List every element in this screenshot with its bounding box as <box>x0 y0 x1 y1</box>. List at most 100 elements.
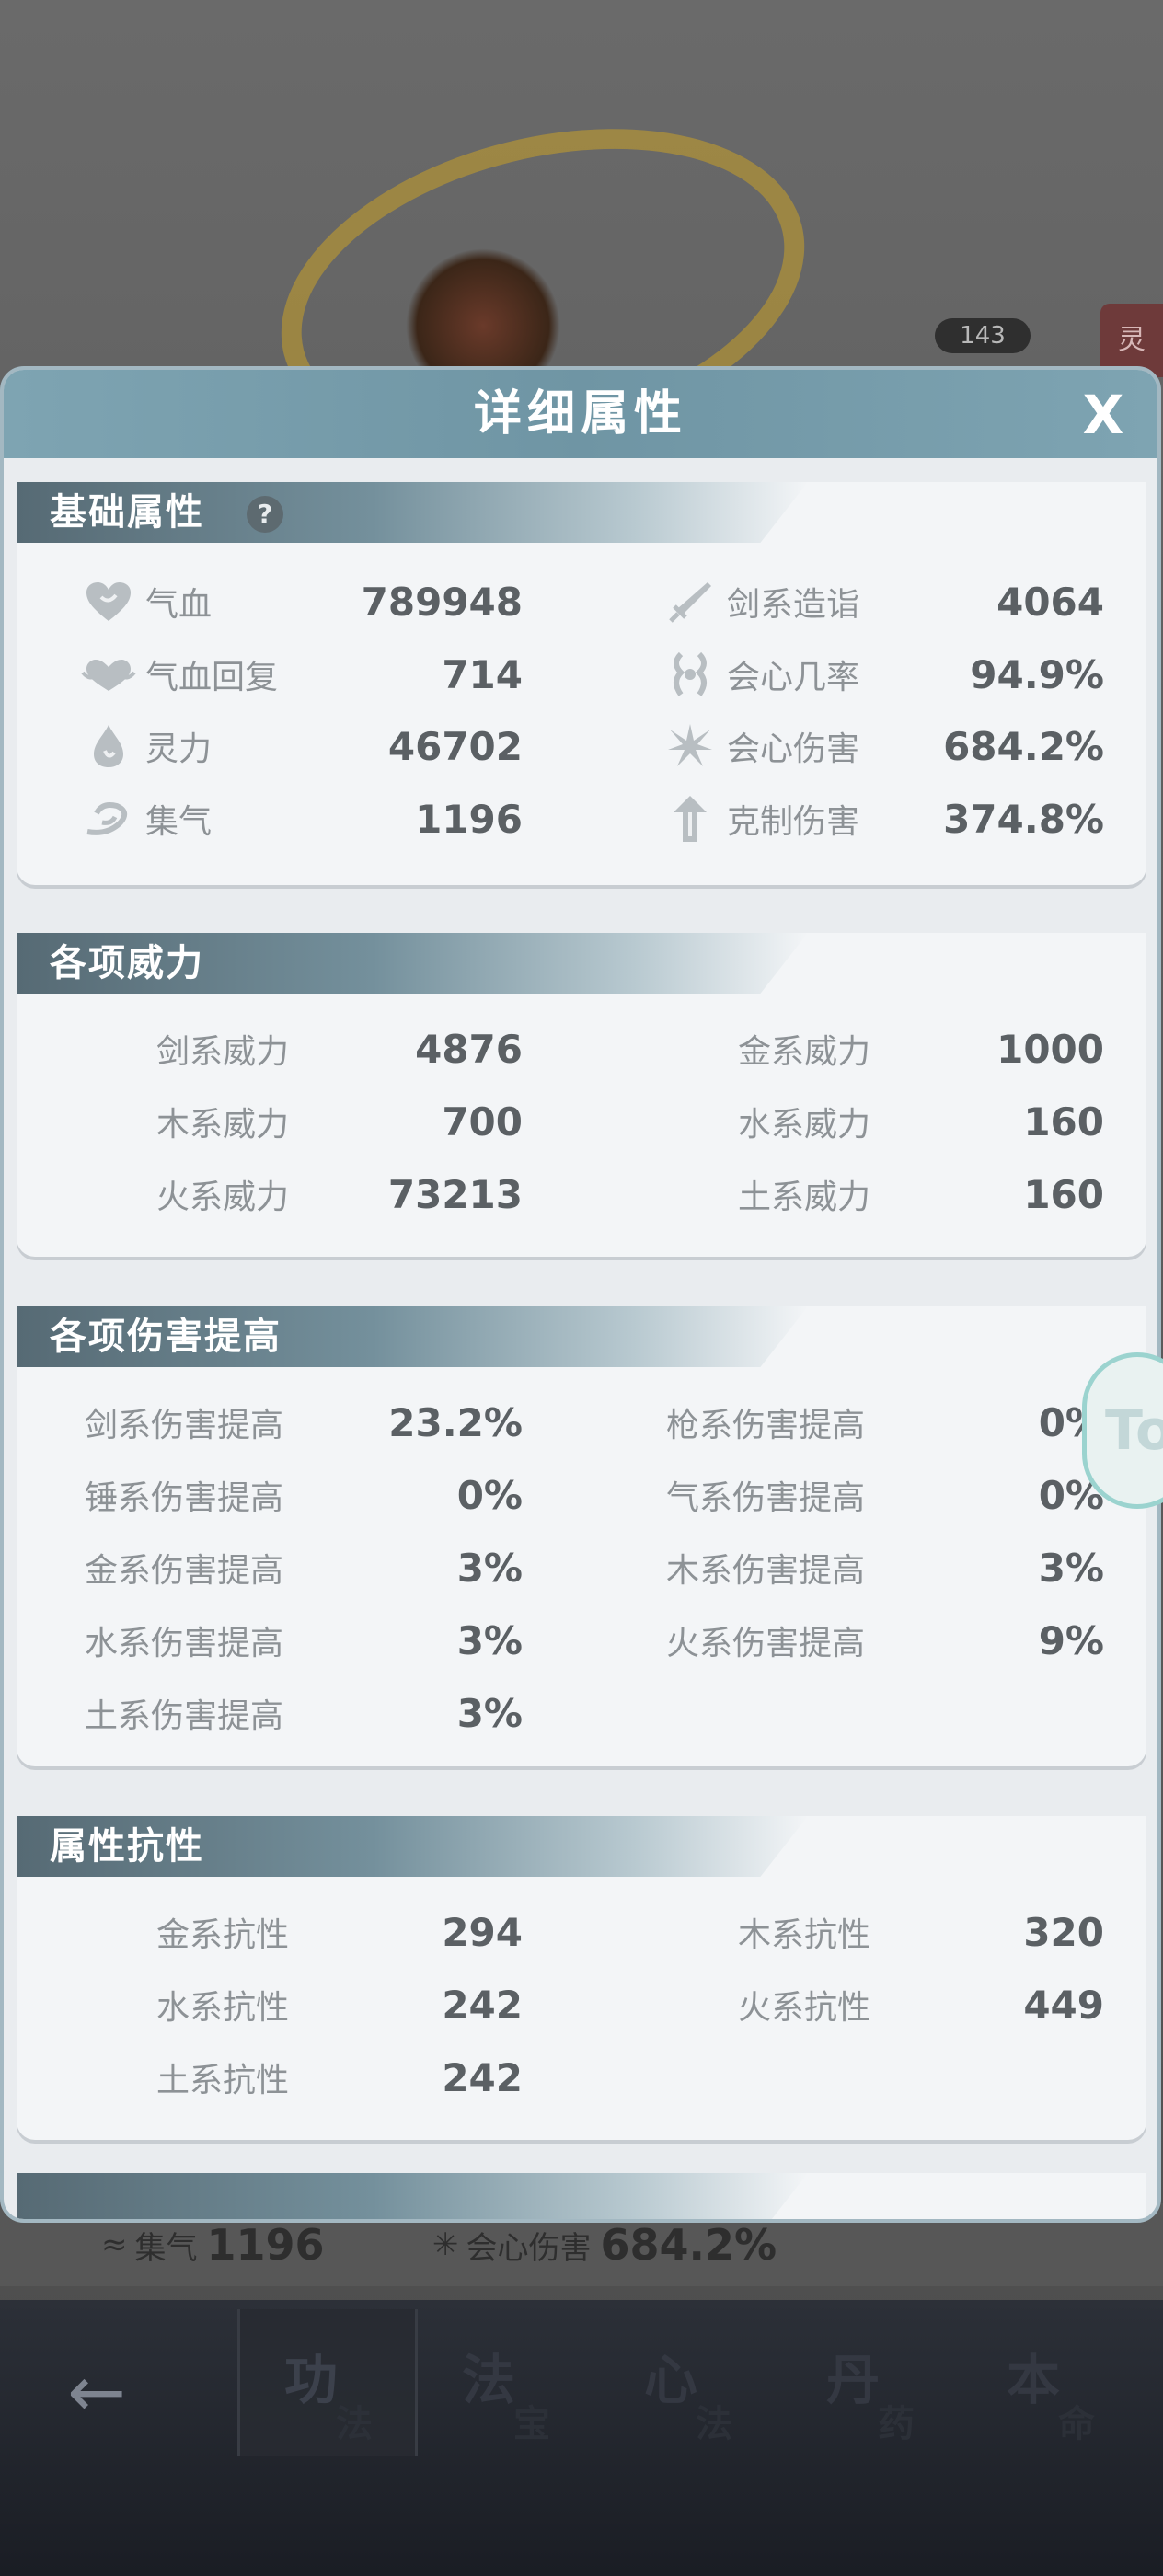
nav-tab-main-label: 心 <box>644 2349 698 2411</box>
stat-row: 气血回复 714 <box>81 647 523 702</box>
nav-tab-gongfa[interactable]: 功 法 <box>237 2309 418 2456</box>
nav-tab-benming[interactable]: 本 命 <box>962 2309 1143 2456</box>
level-badge: 143 <box>935 318 1031 353</box>
stat-value: 700 <box>442 1098 523 1144</box>
power-panel: 各项威力 剑系威力 4876 木系威力 700 火系威力 73213 金系威力 … <box>17 933 1146 1257</box>
damage-boost-panel: 各项伤害提高 剑系伤害提高 23.2% 锤系伤害提高 0% 金系伤害提高 3% … <box>17 1306 1146 1766</box>
stat-label: 灵力 <box>145 730 213 768</box>
stat-label: 水系伤害提高 <box>85 1625 284 1662</box>
detail-attributes-modal: 详细属性 X 基础属性 ? 气血 789948 气血回复 714 灵力 4670… <box>0 366 1161 2223</box>
close-button[interactable]: X <box>1071 383 1135 447</box>
stat-row: 土系伤害提高 3% <box>85 1685 523 1741</box>
stat-label: 锤系伤害提高 <box>85 1479 284 1517</box>
stat-value: 94.9% <box>970 651 1104 697</box>
nav-tab-fabao[interactable]: 法 宝 <box>418 2309 598 2456</box>
stat-value: 0% <box>456 1472 523 1518</box>
stat-label: 木系威力 <box>156 1106 290 1144</box>
stat-row: 灵力 46702 <box>81 719 523 774</box>
nav-tab-sub-label: 法 <box>336 2403 373 2445</box>
flame-drop-icon <box>81 719 136 774</box>
stat-row: 气系伤害提高 0% <box>666 1467 1104 1523</box>
stat-value: 714 <box>442 651 523 697</box>
background-stat-label: 会心伤害 <box>466 2229 592 2267</box>
stat-label: 火系威力 <box>156 1179 290 1216</box>
stat-value: 3% <box>456 1545 523 1591</box>
arrow-up-icon <box>662 791 718 846</box>
nav-tab-main-label: 法 <box>462 2349 516 2411</box>
stat-label: 金系伤害提高 <box>85 1552 284 1590</box>
stat-value: 160 <box>1023 1171 1104 1217</box>
stat-label: 气系伤害提高 <box>666 1479 866 1517</box>
background-stat-left: ≈ 集气 1196 <box>101 2217 325 2272</box>
stat-row: 金系威力 1000 <box>738 1021 1104 1076</box>
stat-label: 土系抗性 <box>156 2062 290 2099</box>
back-button[interactable]: ← <box>51 2355 143 2429</box>
nav-tab-sub-label: 命 <box>1058 2403 1095 2445</box>
stat-row: 剑系威力 4876 <box>156 1021 523 1076</box>
stat-value: 294 <box>442 1909 523 1955</box>
stat-label: 集气 <box>145 803 213 841</box>
nav-tab-main-label: 丹 <box>826 2349 881 2411</box>
stat-value: 684.2% <box>943 723 1104 769</box>
stat-value: 73213 <box>387 1171 523 1217</box>
panel-title: 属性抗性 <box>50 1825 204 1868</box>
burst-icon: ✳ <box>432 2226 459 2263</box>
stat-row: 火系伤害提高 9% <box>666 1613 1104 1668</box>
stat-row: 气血 789948 <box>81 574 523 629</box>
stat-label: 剑系造诣 <box>727 586 860 624</box>
stat-row: 土系抗性 242 <box>156 2050 523 2105</box>
panel-header <box>17 2173 808 2219</box>
swirl-icon: ≈ <box>101 2226 128 2263</box>
panel-title: 各项威力 <box>50 942 204 984</box>
stat-row: 火系威力 73213 <box>156 1167 523 1222</box>
stat-row: 会心几率 94.9% <box>662 647 1104 702</box>
stat-value: 46702 <box>387 723 523 769</box>
stat-label: 金系抗性 <box>156 1916 290 1954</box>
swirl-icon <box>81 791 136 846</box>
stat-value: 242 <box>442 1982 523 2028</box>
stat-row: 土系威力 160 <box>738 1167 1104 1222</box>
stat-label: 木系抗性 <box>738 1916 871 1954</box>
stat-row: 集气 1196 <box>81 791 523 846</box>
background-stat-label: 集气 <box>134 2229 198 2267</box>
stat-value: 789948 <box>361 579 523 625</box>
stat-value: 4876 <box>415 1026 523 1072</box>
stat-value: 1000 <box>996 1026 1104 1072</box>
stat-label: 土系威力 <box>738 1179 871 1216</box>
nav-tab-sub-label: 宝 <box>513 2403 550 2445</box>
stat-label: 会心几率 <box>727 659 860 696</box>
stat-value: 3% <box>456 1617 523 1663</box>
stat-row: 剑系伤害提高 23.2% <box>85 1395 523 1450</box>
stat-row: 锤系伤害提高 0% <box>85 1467 523 1523</box>
stat-row: 水系抗性 242 <box>156 1977 523 2032</box>
nav-tab-main-label: 本 <box>1007 2349 1061 2411</box>
nav-tab-xinfa[interactable]: 心 法 <box>600 2309 780 2456</box>
stat-row: 火系抗性 449 <box>738 1977 1104 2032</box>
stat-row: 金系抗性 294 <box>156 1904 523 1960</box>
stat-value: 1196 <box>415 796 523 842</box>
stat-value: 160 <box>1023 1098 1104 1144</box>
stat-label: 会心伤害 <box>727 730 860 768</box>
background-stat-value: 1196 <box>206 2220 325 2270</box>
floating-side-tab[interactable]: To <box>1082 1352 1163 1509</box>
stat-value: 320 <box>1023 1909 1104 1955</box>
panel-title: 各项伤害提高 <box>50 1316 282 1358</box>
stat-label: 金系威力 <box>738 1033 871 1071</box>
stat-label: 剑系威力 <box>156 1033 290 1071</box>
stat-label: 木系伤害提高 <box>666 1552 866 1590</box>
nav-tab-sub-label: 法 <box>696 2403 732 2445</box>
stat-label: 枪系伤害提高 <box>666 1407 866 1444</box>
stat-row: 水系伤害提高 3% <box>85 1613 523 1668</box>
stat-row: 克制伤害 374.8% <box>662 791 1104 846</box>
stat-value: 374.8% <box>943 796 1104 842</box>
stat-value: 23.2% <box>388 1399 523 1445</box>
nav-tab-danyao[interactable]: 丹 药 <box>782 2309 962 2456</box>
help-icon[interactable]: ? <box>247 496 283 533</box>
stat-row: 木系威力 700 <box>156 1094 523 1149</box>
modal-title: 详细属性 <box>473 386 687 442</box>
burst-icon <box>662 719 718 774</box>
heart-icon <box>81 574 136 629</box>
stat-row: 金系伤害提高 3% <box>85 1540 523 1595</box>
stat-value: 9% <box>1038 1617 1104 1663</box>
stat-label: 火系抗性 <box>738 1989 871 2027</box>
